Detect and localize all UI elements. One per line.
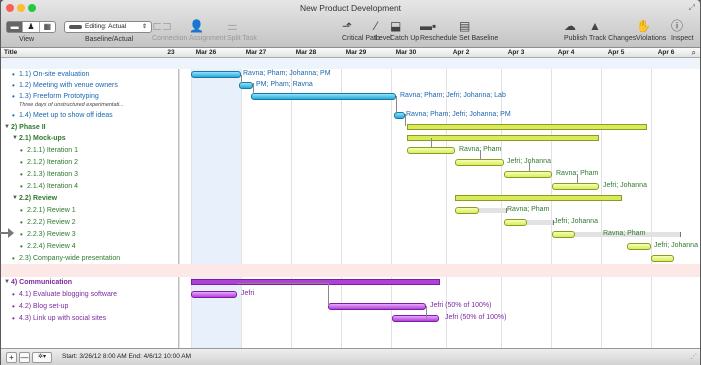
connection-icon: ⊏⊐ [152, 19, 173, 33]
row-background [1, 289, 700, 301]
view-segmented-control[interactable]: ▬ ♟ ▦ [6, 21, 56, 33]
row-background [1, 193, 700, 205]
zoom-search-icon[interactable]: ⌕ [692, 48, 696, 58]
catch-up-icon: ⬓ [390, 19, 402, 33]
inspect-button[interactable]: ⓘ Inspect [671, 19, 694, 42]
publish-button[interactable]: ☁ Publish [564, 19, 587, 42]
date-column-header: Apr 3 [507, 49, 525, 56]
track-changes-button[interactable]: ▲ Track Changes [589, 19, 636, 42]
stop-hand-icon: ✋ [636, 19, 651, 33]
row-background [1, 91, 700, 110]
level-icon: ⁄ [375, 19, 378, 33]
split-task-button[interactable]: ⚌ Split Task [227, 19, 257, 42]
row-background [1, 217, 700, 229]
delta-icon: ▲ [589, 19, 601, 33]
date-column-header: 23 [167, 49, 175, 56]
level-button[interactable]: ⁄ Level [375, 19, 392, 42]
window-title: New Product Development [299, 3, 402, 13]
date-column-header: Apr 5 [607, 49, 625, 56]
critical-path-icon: ⬏ [342, 19, 353, 33]
row-background [1, 313, 700, 325]
row-background [1, 205, 700, 217]
date-column-header: Apr 2 [452, 49, 470, 56]
date-column-header: Apr 6 [657, 49, 675, 56]
baseline-select-value: Editing: Actual [85, 23, 127, 30]
row-background [1, 277, 700, 289]
row-background [1, 133, 700, 145]
date-column-header: Mar 26 [195, 49, 217, 56]
add-task-button[interactable]: + [6, 352, 17, 363]
row-background [1, 229, 700, 241]
title-column-header[interactable]: Title [4, 49, 17, 56]
reschedule-icon: ▬▪ [420, 19, 437, 33]
stepper-icon: ⇕ [141, 24, 147, 30]
column-header: Title 23 Mar 26 Mar 27 Mar 28 Mar 29 Mar 30 Ap… [1, 48, 700, 58]
row-background [1, 181, 700, 193]
date-column-header: Apr 4 [557, 49, 575, 56]
cloud-icon: ☁ [564, 19, 576, 33]
row-pointer-arrow-icon [0, 228, 14, 238]
reschedule-button[interactable]: ▬▪ Reschedule [420, 19, 457, 42]
remove-task-button[interactable]: — [19, 352, 30, 363]
info-icon: ⓘ [671, 19, 684, 33]
person-icon: 👤 [189, 19, 204, 33]
date-column-header: Mar 28 [295, 49, 317, 56]
date-range-text: Start: 3/26/12 8:00 AM End: 4/6/12 10:00… [62, 353, 192, 360]
row-background [1, 253, 700, 264]
gantt-view-icon[interactable]: ▬ [7, 22, 24, 32]
app-window: New Product Development ⤢ ▬ ♟ ▦ View Edi… [1, 0, 700, 365]
calendar-view-icon[interactable]: ▦ [40, 22, 55, 32]
baseline-icon: ▤ [459, 19, 471, 33]
row-background [1, 122, 700, 133]
row-background [1, 264, 700, 277]
row-background [1, 157, 700, 169]
assignment-button[interactable]: 👤 Assignment [189, 19, 226, 42]
date-column-header: Mar 30 [395, 49, 417, 56]
violations-button[interactable]: ✋ Violations [636, 19, 666, 42]
row-background [1, 80, 700, 91]
connection-button[interactable]: ⊏⊐ Connection [152, 19, 187, 42]
row-background [1, 58, 700, 69]
catch-up-button[interactable]: ⬓ Catch Up [390, 19, 419, 42]
resize-grip-icon[interactable]: ⋰ [691, 349, 698, 365]
baseline-select[interactable]: Editing: Actual ⇕ [64, 21, 152, 33]
baseline-chip-icon [69, 25, 82, 29]
fullscreen-icon[interactable]: ⤢ [689, 3, 695, 13]
gear-menu-button[interactable]: ✲▾ [32, 352, 52, 363]
row-background [1, 69, 700, 80]
row-background [1, 301, 700, 313]
set-baseline-button[interactable]: ▤ Set Baseline [459, 19, 498, 42]
row-background [1, 241, 700, 253]
row-background [1, 110, 700, 122]
split-icon: ⚌ [227, 19, 238, 33]
row-background [1, 145, 700, 157]
date-column-header: Mar 29 [345, 49, 367, 56]
toolbar: New Product Development ⤢ ▬ ♟ ▦ View Edi… [1, 0, 700, 48]
date-column-header: Mar 27 [245, 49, 267, 56]
resource-view-icon[interactable]: ♟ [23, 22, 40, 32]
critical-path-button[interactable]: ⬏ Critical Path [342, 19, 380, 42]
row-background [1, 169, 700, 181]
status-bar: + — ✲▾ Start: 3/26/12 8:00 AM End: 4/6/1… [1, 348, 700, 365]
